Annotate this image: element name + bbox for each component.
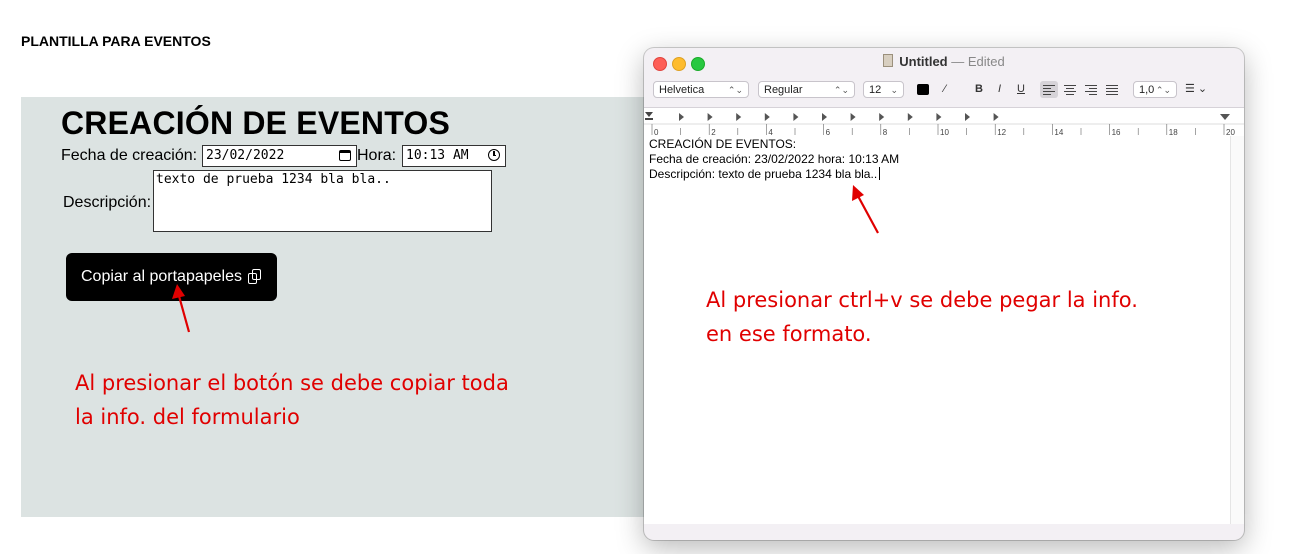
- form-title: CREACIÓN DE EVENTOS: [61, 105, 451, 141]
- updown-icon: ⌃⌄: [833, 85, 849, 95]
- ruler-label: 18: [1169, 128, 1178, 136]
- ruler[interactable]: 0 2 4 6 8 10 12 14 16 18 20: [644, 107, 1244, 137]
- list-bullets-icon[interactable]: ☰ ⌄: [1185, 81, 1207, 98]
- tab-stop-marker: [793, 113, 799, 121]
- ruler-label: 4: [768, 128, 773, 136]
- document-line-3-text: Descripción: texto de prueba 1234 bla bl…: [649, 167, 878, 181]
- first-line-indent-marker: [645, 118, 653, 120]
- underline-button[interactable]: U: [1017, 81, 1025, 98]
- tab-stop-marker: [736, 113, 742, 121]
- document-line-3: Descripción: texto de prueba 1234 bla bl…: [644, 167, 1230, 182]
- tab-stop-marker: [993, 113, 999, 121]
- tab-stop-marker: [764, 113, 770, 121]
- document-line-2: Fecha de creación: 23/02/2022 hora: 10:1…: [649, 152, 900, 166]
- font-size-value: 12: [869, 84, 882, 96]
- font-style-select[interactable]: Regular ⌃⌄: [758, 81, 855, 98]
- italic-button[interactable]: I: [998, 81, 1001, 98]
- tab-stop-marker: [936, 113, 942, 121]
- form-annotation-line-2: la info. del formulario: [75, 405, 300, 429]
- updown-icon: ⌃⌄: [727, 85, 743, 95]
- time-label: Hora:: [357, 147, 397, 164]
- align-left-icon[interactable]: [1040, 81, 1058, 98]
- right-margin-marker: [1220, 114, 1230, 120]
- updown-icon: ⌃⌄: [1155, 85, 1171, 95]
- align-center-icon[interactable]: [1064, 84, 1077, 96]
- ruler-label: 14: [1054, 128, 1063, 136]
- description-value: texto de prueba 1234 bla bla..: [156, 172, 391, 187]
- calendar-icon[interactable]: [339, 150, 351, 161]
- tab-stop-marker: [679, 113, 684, 121]
- copy-to-clipboard-button[interactable]: Copiar al portapapeles: [66, 253, 277, 301]
- textedit-annotation-line-1: Al presionar ctrl+v se debe pegar la inf…: [706, 288, 1138, 312]
- highlight-color-icon[interactable]: ⁄: [944, 81, 946, 98]
- vertical-scrollbar[interactable]: [1230, 136, 1244, 524]
- tab-stop-marker: [850, 113, 856, 121]
- left-indent-marker: [645, 112, 653, 117]
- tab-stop-marker: [965, 113, 970, 121]
- line-spacing-select[interactable]: 1,0 ⌃⌄: [1133, 81, 1177, 98]
- align-right-icon[interactable]: [1085, 84, 1098, 96]
- window-title: Untitled — Edited: [644, 54, 1244, 69]
- date-label: Fecha de creación:: [61, 147, 198, 164]
- title-separator: —: [951, 54, 965, 69]
- document-icon: [883, 54, 894, 67]
- document-title: Untitled: [899, 54, 948, 69]
- ruler-graphic: 0 2 4 6 8 10 12 14 16 18 20: [644, 112, 1244, 136]
- document-line-1: CREACIÓN DE EVENTOS:: [649, 137, 797, 151]
- copy-icon: [248, 269, 262, 285]
- event-form-panel: CREACIÓN DE EVENTOS Fecha de creación: 2…: [21, 97, 661, 517]
- form-annotation: Al presionar el botón se debe copiar tod…: [75, 366, 509, 434]
- clock-icon[interactable]: [488, 149, 500, 161]
- ruler-label: 10: [940, 128, 949, 136]
- ruler-label: 8: [883, 128, 888, 136]
- font-style-value: Regular: [764, 84, 803, 96]
- text-color-swatch[interactable]: [917, 84, 929, 95]
- description-textarea[interactable]: texto de prueba 1234 bla bla..: [153, 170, 492, 232]
- chevron-down-icon: ⌄: [890, 85, 898, 95]
- ruler-label: 12: [997, 128, 1006, 136]
- form-annotation-line-1: Al presionar el botón se debe copiar tod…: [75, 371, 509, 395]
- date-input[interactable]: 23/02/2022: [202, 145, 357, 167]
- textedit-window: Untitled — Edited Helvetica ⌃⌄ Regular ⌃…: [644, 48, 1244, 540]
- alignment-group: [1040, 81, 1124, 98]
- page-heading: PLANTILLA PARA EVENTOS: [21, 33, 211, 49]
- ruler-label: 6: [826, 128, 831, 136]
- ruler-label: 20: [1226, 128, 1235, 136]
- line-spacing-value: 1,0: [1139, 84, 1155, 96]
- document-editor[interactable]: CREACIÓN DE EVENTOS: Fecha de creación: …: [644, 136, 1230, 524]
- tab-stop-marker: [879, 113, 885, 121]
- bold-button[interactable]: B: [975, 81, 983, 98]
- date-value: 23/02/2022: [206, 148, 285, 163]
- description-label: Descripción:: [63, 194, 152, 211]
- font-family-select[interactable]: Helvetica ⌃⌄: [653, 81, 749, 98]
- edited-status: Edited: [967, 54, 1005, 69]
- time-value: 10:13 AM: [406, 148, 469, 163]
- text-caret: [879, 167, 881, 180]
- tab-stop-marker: [822, 113, 827, 121]
- tab-stop-marker: [707, 113, 713, 121]
- font-family-value: Helvetica: [659, 84, 705, 96]
- ruler-label: 2: [711, 128, 716, 136]
- ruler-label: 16: [1112, 128, 1121, 136]
- ruler-label: 0: [654, 128, 659, 136]
- font-size-select[interactable]: 12 ⌄: [863, 81, 904, 98]
- textedit-annotation-line-2: en ese formato.: [706, 322, 872, 346]
- tab-stop-marker: [907, 113, 913, 121]
- copy-button-label: Copiar al portapapeles: [81, 268, 242, 285]
- align-justify-icon[interactable]: [1106, 84, 1119, 96]
- time-input[interactable]: 10:13 AM: [402, 145, 506, 167]
- textedit-annotation: Al presionar ctrl+v se debe pegar la inf…: [706, 283, 1138, 351]
